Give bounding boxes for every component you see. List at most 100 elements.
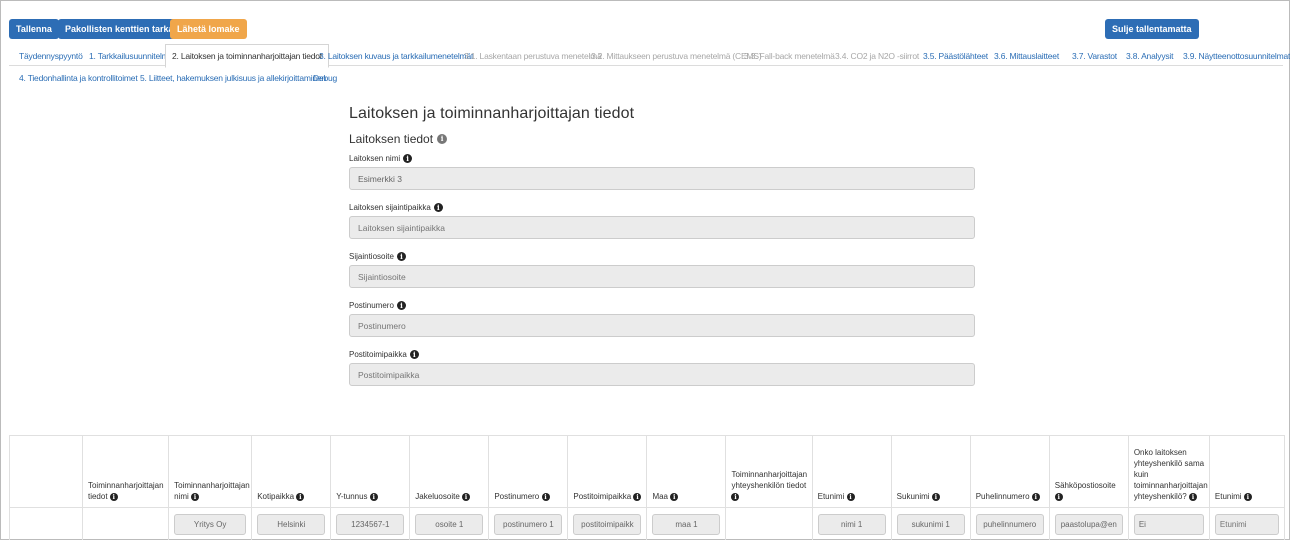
postal-code-input[interactable] xyxy=(494,513,563,535)
domicile-input[interactable] xyxy=(257,513,326,535)
field-sijaintiosoite: Sijaintiosoite i xyxy=(349,251,979,288)
info-icon[interactable]: i xyxy=(396,251,406,261)
info-icon[interactable]: i xyxy=(1054,492,1063,501)
table-header: Onko laitoksen yhteyshenkilö sama kuin t… xyxy=(1127,435,1210,508)
tab-laskentaan-perustuva[interactable]: 3.1. Laskentaan perustuva menetelmä xyxy=(460,48,606,64)
tab-debug[interactable]: Debug xyxy=(309,70,341,86)
tab-mittauslaitteet[interactable]: 3.6. Mittauslaitteet xyxy=(990,48,1063,64)
info-icon[interactable]: i xyxy=(931,492,940,501)
info-icon[interactable]: i xyxy=(731,492,740,501)
field-postitoimipaikka: Postitoimipaikka i xyxy=(349,349,979,386)
table-cell xyxy=(725,507,813,540)
postal-office-input[interactable] xyxy=(573,513,642,535)
table-header: Sukunimi i xyxy=(890,435,971,508)
info-icon[interactable]: i xyxy=(462,492,471,501)
operator-name-input[interactable] xyxy=(174,513,247,535)
field-label: Laitoksen sijaintipaikka xyxy=(349,202,431,212)
table-header: Kotipaikka i xyxy=(251,435,332,508)
table-cell xyxy=(251,507,332,540)
table-header: Etunimi i xyxy=(1208,435,1286,508)
postitoimipaikka-input[interactable] xyxy=(349,363,975,386)
send-form-button[interactable]: Lähetä lomake xyxy=(170,19,247,39)
info-icon[interactable]: i xyxy=(437,134,448,144)
tab-mittaukseen-perustuva[interactable]: 3.2. Mittaukseen perustuva menetelmä (CE… xyxy=(587,48,765,64)
field-label: Postitoimipaikka xyxy=(349,349,407,359)
field-laitoksen-nimi: Laitoksen nimi i xyxy=(349,153,979,190)
table-cell xyxy=(168,507,253,540)
info-icon[interactable]: i xyxy=(1031,492,1040,501)
table-cell xyxy=(488,507,569,540)
table-header: Toiminnanharjoittajan nimi i xyxy=(168,435,253,508)
table-cell xyxy=(969,507,1050,540)
table-header: Maa i xyxy=(646,435,727,508)
field-label: Laitoksen nimi xyxy=(349,153,401,163)
facility-form: Laitoksen ja toiminnanharjoittajan tiedo… xyxy=(349,105,979,386)
contact-first-name-input[interactable] xyxy=(1214,513,1279,535)
tab-tarkkailusuunnitelma[interactable]: 1. Tarkkailusuunnitelma xyxy=(85,48,177,64)
table-header: Toiminnanharjoittajan tiedot i xyxy=(81,435,170,508)
info-icon[interactable]: i xyxy=(296,492,305,501)
tab-varastot[interactable]: 3.7. Varastot xyxy=(1068,48,1121,64)
table-header: Etunimi i xyxy=(811,435,892,508)
table-header: Y-tunnus i xyxy=(330,435,411,508)
phone-input[interactable] xyxy=(975,513,1044,535)
info-icon[interactable]: i xyxy=(109,492,118,501)
info-icon[interactable]: i xyxy=(846,492,855,501)
table-header: Postitoimipaikka i xyxy=(567,435,648,508)
table-header: Jakeluosoite i xyxy=(409,435,490,508)
table-cell xyxy=(646,507,727,540)
table-cell xyxy=(811,507,892,540)
table-cell xyxy=(330,507,411,540)
table-header: Sähköpostiosoite i xyxy=(1048,435,1129,508)
sijaintiosoite-input[interactable] xyxy=(349,265,975,288)
tab-paastolahteet[interactable]: 3.5. Päästölähteet xyxy=(919,48,992,64)
same-contact-select[interactable] xyxy=(1133,513,1204,535)
info-icon[interactable]: i xyxy=(670,492,679,501)
info-icon[interactable]: i xyxy=(433,202,443,212)
tab-fall-back[interactable]: 3.3. Fall-back menetelmä xyxy=(740,48,839,64)
page-title: Laitoksen ja toiminnanharjoittajan tiedo… xyxy=(349,105,635,122)
first-name-input[interactable] xyxy=(817,513,886,535)
last-name-input[interactable] xyxy=(896,513,965,535)
field-label: Sijaintiosoite xyxy=(349,251,394,261)
table-header xyxy=(9,435,83,508)
info-icon[interactable]: i xyxy=(369,492,378,501)
laitoksen-sijaintipaikka-input[interactable] xyxy=(349,216,975,239)
field-label: Postinumero xyxy=(349,300,394,310)
table-cell xyxy=(1208,507,1286,540)
info-icon[interactable]: i xyxy=(403,153,413,163)
close-without-saving-button[interactable]: Sulje tallentamatta xyxy=(1105,19,1199,39)
info-icon[interactable]: i xyxy=(633,492,642,501)
table-cell xyxy=(9,507,83,540)
info-icon[interactable]: i xyxy=(541,492,550,501)
tab-bar: Täydennyspyyntö 1. Tarkkailusuunnitelma … xyxy=(9,44,1290,89)
table-row xyxy=(9,507,1286,540)
toolbar: Tallenna Pakollisten kenttien tarkastus … xyxy=(9,19,1283,41)
info-icon[interactable]: i xyxy=(396,300,406,310)
field-laitoksen-sijaintipaikka: Laitoksen sijaintipaikka i xyxy=(349,202,979,239)
tab-naytteenottosuunnitelmat[interactable]: 3.9. Näytteenottosuunnitelmat xyxy=(1179,48,1290,64)
tab-co2-n2o-siirrot[interactable]: 3.4. CO2 ja N2O -siirrot xyxy=(831,48,923,64)
table-header: Toiminnanharjoittajan yhteyshenkilön tie… xyxy=(725,435,813,508)
business-id-input[interactable] xyxy=(336,513,405,535)
info-icon[interactable]: i xyxy=(191,492,200,501)
tab-row-2: 4. Tiedonhallinta ja kontrollitoimet 5. … xyxy=(9,67,1283,89)
tab-laitoksen-kuvaus[interactable]: 3. Laitoksen kuvaus ja tarkkailumenetelm… xyxy=(315,48,477,64)
info-icon[interactable]: i xyxy=(409,349,419,359)
tab-taydennyspyynto[interactable]: Täydennyspyyntö xyxy=(15,48,87,64)
tab-laitoksen-tiedot[interactable]: 2. Laitoksen ja toiminnanharjoittajan ti… xyxy=(165,44,329,68)
info-icon[interactable]: i xyxy=(1188,492,1197,501)
email-input[interactable] xyxy=(1054,513,1123,535)
field-postinumero: Postinumero i xyxy=(349,300,979,337)
save-button[interactable]: Tallenna xyxy=(9,19,59,39)
info-icon[interactable]: i xyxy=(1243,492,1252,501)
operator-table: Toiminnanharjoittajan tiedot i Toiminnan… xyxy=(9,435,1286,540)
table-cell xyxy=(81,507,170,540)
postinumero-input[interactable] xyxy=(349,314,975,337)
tab-tiedonhallinta[interactable]: 4. Tiedonhallinta ja kontrollitoimet xyxy=(15,70,141,86)
delivery-address-input[interactable] xyxy=(415,513,484,535)
laitoksen-nimi-input[interactable] xyxy=(349,167,975,190)
tab-liitteet[interactable]: 5. Liitteet, hakemuksen julkisuus ja all… xyxy=(136,70,330,86)
tab-analyysit[interactable]: 3.8. Analyysit xyxy=(1122,48,1177,64)
country-input[interactable] xyxy=(652,513,721,535)
